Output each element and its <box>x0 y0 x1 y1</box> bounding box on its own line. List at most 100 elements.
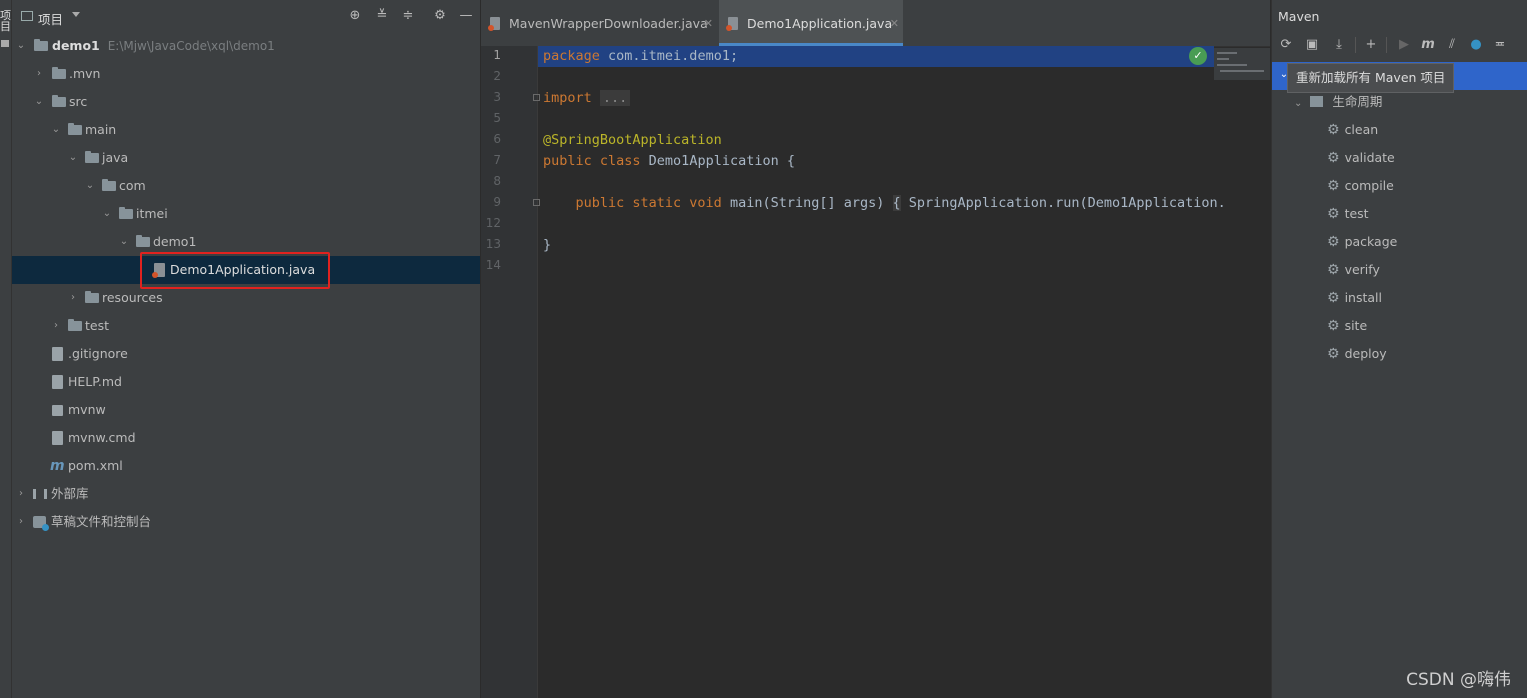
tree-item-label: mvnw.cmd <box>68 430 136 445</box>
tree-item-src[interactable]: ⌄ src <box>12 88 480 116</box>
goal-label: validate <box>1344 150 1395 165</box>
tree-item-label: 外部库 <box>51 486 89 501</box>
tree-item-mvnw[interactable]: mvnw <box>12 396 480 424</box>
tree-item-external-libraries[interactable]: › 外部库 <box>12 480 480 508</box>
maven-icon: m <box>50 458 65 474</box>
tree-item-help-md[interactable]: HELP.md <box>12 368 480 396</box>
checkmark-icon[interactable]: ✓ <box>1189 47 1207 65</box>
code-area[interactable]: package com.itmei.demo1; import ... @Spr… <box>538 46 1270 698</box>
line-number: 7 <box>493 153 501 167</box>
package-icon <box>119 207 133 219</box>
maven-panel-title: Maven <box>1278 9 1320 24</box>
code-line-9: public static void main(String[] args) {… <box>575 195 1226 211</box>
chevron-down-icon[interactable] <box>72 12 80 17</box>
tree-item-scratches[interactable]: › 草稿文件和控制台 <box>12 508 480 536</box>
reload-icon[interactable]: ⟳ <box>1278 36 1294 54</box>
gear-icon: ⚙ <box>1327 206 1340 222</box>
tree-item-label: pom.xml <box>68 458 123 473</box>
line-number: 1 <box>493 48 501 62</box>
folder-icon <box>68 123 82 135</box>
toolbar-separator <box>1355 37 1356 53</box>
gear-icon: ⚙ <box>1327 234 1340 250</box>
tree-item-test[interactable]: › test <box>12 312 480 340</box>
download-icon[interactable]: ⤓ <box>1331 36 1347 54</box>
maven-goal-clean[interactable]: ⚙ clean <box>1327 116 1378 144</box>
chevron-down-icon[interactable]: ⌄ <box>102 200 112 228</box>
tree-item-label: test <box>85 318 110 333</box>
gear-icon[interactable]: ⚙ <box>432 8 448 24</box>
tree-item-com[interactable]: ⌄ com <box>12 172 480 200</box>
gear-icon: ⚙ <box>1327 122 1340 138</box>
code-line-13: } <box>543 237 552 253</box>
chevron-down-icon[interactable]: ⌄ <box>1294 98 1302 109</box>
generate-sources-icon[interactable]: ▣ <box>1304 36 1320 54</box>
reload-tooltip: 重新加载所有 Maven 项目 <box>1287 63 1455 93</box>
tree-item-label: 草稿文件和控制台 <box>51 514 152 529</box>
markdown-file-icon <box>52 375 63 389</box>
chevron-down-icon[interactable]: ⌄ <box>34 88 44 116</box>
library-icon <box>33 489 47 499</box>
code-line-7: public class Demo1Application { <box>543 153 795 169</box>
maven-goal-install[interactable]: ⚙ install <box>1327 284 1382 312</box>
maven-goal-compile[interactable]: ⚙ compile <box>1327 172 1394 200</box>
close-icon[interactable]: ✕ <box>704 0 713 48</box>
editor-tab-bar: MavenWrapperDownloader.java ✕ Demo1Appli… <box>481 0 1270 47</box>
expand-all-icon[interactable]: ≚ <box>374 8 390 24</box>
maven-goal-package[interactable]: ⚙ package <box>1327 228 1397 256</box>
tree-item-pom-xml[interactable]: m pom.xml <box>12 452 480 480</box>
maven-goal-site[interactable]: ⚙ site <box>1327 312 1367 340</box>
red-highlight-box <box>140 252 330 289</box>
tree-item-label: .mvn <box>69 66 101 81</box>
project-panel-title[interactable]: 项目 <box>38 9 63 28</box>
editor-minimap[interactable] <box>1214 48 1270 80</box>
tree-item-mvn[interactable]: › .mvn <box>12 60 480 88</box>
goal-label: install <box>1344 290 1382 305</box>
close-icon[interactable]: ✕ <box>890 0 899 48</box>
maven-goal-verify[interactable]: ⚙ verify <box>1327 256 1380 284</box>
lifecycle-label: 生命周期 <box>1332 94 1383 109</box>
chevron-right-icon[interactable]: › <box>34 60 44 88</box>
chevron-right-icon[interactable]: › <box>51 312 61 340</box>
code-line-3: import ... <box>543 88 631 109</box>
chevron-right-icon[interactable]: › <box>68 284 78 312</box>
skip-tests-icon[interactable]: ● <box>1468 36 1484 54</box>
chevron-down-icon[interactable]: ⌄ <box>119 228 129 256</box>
package-icon <box>136 235 150 247</box>
project-tool-tab[interactable]: 项目 <box>0 10 11 32</box>
tree-item-gitignore[interactable]: .gitignore <box>12 340 480 368</box>
tab-mavenwrapperdownloader[interactable]: MavenWrapperDownloader.java ✕ <box>481 0 717 46</box>
watermark: CSDN @嗨伟 <box>1406 670 1511 690</box>
tree-item-demo1-root[interactable]: ⌄ demo1 E:\Mjw\JavaCode\xql\demo1 <box>12 32 480 60</box>
tree-item-java[interactable]: ⌄ java <box>12 144 480 172</box>
gear-icon: ⚙ <box>1327 290 1340 306</box>
chevron-down-icon[interactable]: ⌄ <box>85 172 95 200</box>
tab-demo1application[interactable]: Demo1Application.java ✕ <box>719 0 903 46</box>
locate-icon[interactable]: ⊕ <box>347 8 363 24</box>
tree-item-mvnw-cmd[interactable]: mvnw.cmd <box>12 424 480 452</box>
chevron-right-icon[interactable]: › <box>16 480 26 508</box>
goal-label: clean <box>1344 122 1379 137</box>
collapse-all-icon[interactable]: ≖ <box>1492 36 1508 54</box>
chevron-right-icon[interactable]: › <box>16 508 26 536</box>
chevron-down-icon[interactable]: ⌄ <box>16 32 26 60</box>
execute-goal-icon[interactable]: m <box>1420 36 1436 54</box>
maven-goal-validate[interactable]: ⚙ validate <box>1327 144 1395 172</box>
maven-goal-test[interactable]: ⚙ test <box>1327 200 1369 228</box>
add-icon[interactable]: + <box>1363 36 1379 54</box>
hide-icon[interactable]: — <box>458 8 474 24</box>
code-line-6: @SpringBootApplication <box>543 132 722 148</box>
chevron-down-icon[interactable]: ⌄ <box>68 144 78 172</box>
tree-item-main[interactable]: ⌄ main <box>12 116 480 144</box>
package-icon <box>102 179 116 191</box>
maven-goal-deploy[interactable]: ⚙ deploy <box>1327 340 1387 368</box>
code-editor: MavenWrapperDownloader.java ✕ Demo1Appli… <box>481 0 1270 698</box>
tree-item-itmei[interactable]: ⌄ itmei <box>12 200 480 228</box>
toggle-offline-icon[interactable]: ⫽ <box>1444 36 1460 54</box>
collapse-all-icon[interactable]: ≑ <box>400 8 416 24</box>
project-panel: 项目 ⊕ ≚ ≑ ⚙ — ⌄ demo1 E:\Mjw\JavaCode\xql… <box>12 0 480 698</box>
chevron-down-icon[interactable]: ⌄ <box>51 116 61 144</box>
folded-imports[interactable]: ... <box>599 90 631 106</box>
tree-item-label: mvnw <box>68 402 106 417</box>
tree-item-label: main <box>85 122 117 137</box>
run-icon[interactable]: ▶ <box>1396 36 1412 54</box>
